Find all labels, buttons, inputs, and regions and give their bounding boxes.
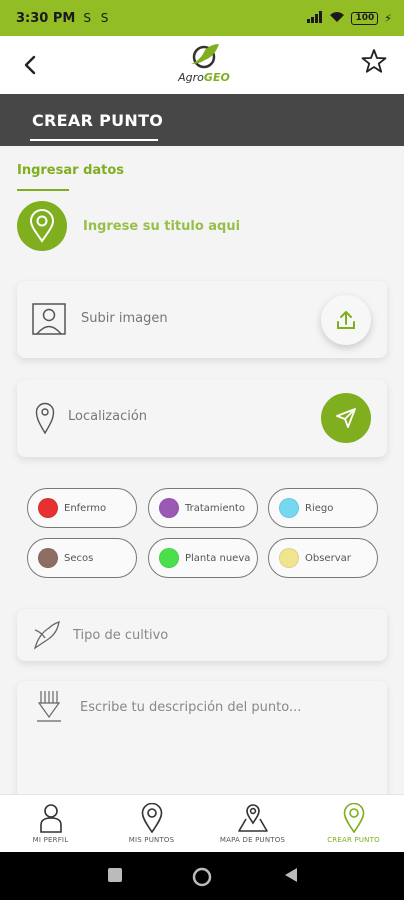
nav-mi-perfil[interactable]: MI PERFIL: [0, 795, 101, 853]
page-title: CREAR PUNTO: [32, 111, 164, 130]
map-icon: [202, 803, 303, 833]
leaf-icon: [33, 620, 61, 654]
image-placeholder-icon: [32, 303, 66, 339]
chip-color-dot: [279, 548, 299, 568]
status-time: 3:30 PM: [16, 10, 76, 26]
chip-label: Secos: [64, 552, 94, 564]
location-pin-icon: [303, 803, 404, 833]
description-card[interactable]: [17, 681, 387, 806]
nav-label: MAPA DE PUNTOS: [219, 836, 286, 844]
nav-crear-punto[interactable]: CREAR PUNTO: [303, 795, 404, 853]
logo-text-suffix: GEO: [203, 71, 230, 84]
location-pin-icon: [35, 402, 55, 438]
section-underline: [17, 189, 69, 191]
section-label: Ingresar datos: [17, 163, 125, 178]
chip-color-dot: [38, 498, 58, 518]
nav-label: MI PERFIL: [32, 836, 69, 844]
chip-label: Planta nueva: [185, 552, 251, 564]
cultivo-card[interactable]: [17, 609, 387, 661]
chip-planta-nueva[interactable]: Planta nueva: [148, 538, 258, 578]
chip-color-dot: [279, 498, 299, 518]
favorite-button[interactable]: [360, 48, 388, 78]
chip-enfermo[interactable]: Enfermo: [27, 488, 137, 528]
chip-label: Observar: [305, 552, 351, 564]
nav-label: MIS PUNTOS: [128, 836, 175, 844]
triangle-back-icon: [285, 868, 297, 882]
upload-image-label: Subir imagen: [81, 311, 168, 326]
battery-icon: 100: [351, 11, 379, 25]
upload-button[interactable]: [321, 295, 371, 345]
write-icon: [35, 689, 63, 729]
system-nav-bar: [0, 852, 404, 900]
chip-color-dot: [38, 548, 58, 568]
nav-mapa-de-puntos[interactable]: MAPA DE PUNTOS: [202, 795, 303, 853]
person-icon: [0, 803, 101, 833]
notification-icons: S S: [83, 11, 112, 25]
location-pin-icon: [101, 803, 202, 833]
title-input[interactable]: [83, 214, 383, 238]
wifi-icon: [329, 11, 345, 26]
chip-label: Tratamiento: [185, 502, 245, 514]
logo-text-prefix: Agro: [178, 71, 204, 84]
signal-icon: [307, 10, 323, 26]
home-button[interactable]: [191, 866, 213, 892]
logo-leaf-icon: [191, 44, 219, 69]
chip-label: Riego: [305, 502, 334, 514]
chip-tratamiento[interactable]: Tratamiento: [148, 488, 258, 528]
chevron-left-icon: [24, 55, 36, 75]
upload-icon: [337, 311, 355, 329]
square-icon: [108, 868, 122, 882]
get-location-button[interactable]: [321, 393, 371, 443]
system-back-button[interactable]: [282, 866, 300, 888]
circle-icon: [192, 867, 212, 887]
recents-button[interactable]: [106, 866, 124, 888]
title-pin-icon: [17, 201, 67, 251]
location-label: Localización: [68, 409, 148, 424]
chip-label: Enfermo: [64, 502, 107, 514]
star-icon: [361, 49, 387, 73]
back-button[interactable]: [18, 50, 44, 80]
chip-riego[interactable]: Riego: [268, 488, 378, 528]
title-underline: [30, 139, 158, 141]
nav-label: CREAR PUNTO: [327, 836, 380, 844]
agrogeo-logo: AgroGEO: [172, 42, 236, 88]
cultivo-input[interactable]: [73, 624, 373, 646]
status-right: 100 ⚡: [307, 10, 392, 26]
location-card[interactable]: Localización: [17, 380, 387, 457]
navigation-arrow-icon: [336, 408, 356, 428]
charging-icon: ⚡: [384, 11, 392, 25]
upload-image-card[interactable]: Subir imagen: [17, 281, 387, 358]
nav-mis-puntos[interactable]: MIS PUNTOS: [101, 795, 202, 853]
chip-color-dot: [159, 498, 179, 518]
status-bar: 3:30 PM S S 100 ⚡: [0, 0, 404, 36]
description-input[interactable]: [80, 700, 375, 790]
chip-observar[interactable]: Observar: [268, 538, 378, 578]
app-header: AgroGEO: [0, 36, 404, 94]
chip-color-dot: [159, 548, 179, 568]
bottom-nav: MI PERFIL MIS PUNTOS MAPA DE PUNTOS CREA…: [0, 794, 404, 852]
chip-secos[interactable]: Secos: [27, 538, 137, 578]
